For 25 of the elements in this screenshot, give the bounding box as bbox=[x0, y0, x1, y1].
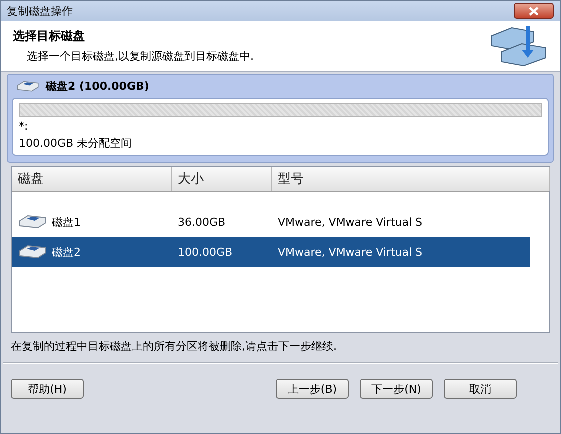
dialog-button[interactable]: 帮助(H) bbox=[11, 379, 84, 399]
dialog-button[interactable]: 取消 bbox=[444, 379, 517, 399]
close-icon bbox=[529, 6, 539, 16]
column-header[interactable]: 大小 bbox=[172, 167, 272, 191]
header-title: 选择目标磁盘 bbox=[13, 28, 86, 45]
dialog-button[interactable]: 下一步(N) bbox=[360, 379, 433, 399]
disk-title: 磁盘2 (100.00GB) bbox=[46, 79, 150, 94]
disk-model: VMware, VMware Virtual S bbox=[278, 246, 423, 258]
column-header[interactable]: 型号 bbox=[272, 167, 550, 191]
close-button[interactable] bbox=[514, 3, 554, 19]
disk-row[interactable]: 磁盘2 100.00GB VMware, VMware Virtual S bbox=[12, 237, 530, 267]
disk-row[interactable]: 磁盘1 36.00GB VMware, VMware Virtual S bbox=[12, 207, 530, 237]
disk-model: VMware, VMware Virtual S bbox=[278, 216, 423, 228]
disk-name: 磁盘1 bbox=[52, 214, 81, 230]
warning-note: 在复制的过程中目标磁盘上的所有分区将被删除,请点击下一步继续. bbox=[11, 339, 338, 354]
partition-label: 100.00GB 未分配空间 bbox=[19, 136, 134, 151]
header-subtitle: 选择一个目标磁盘,以复制源磁盘到目标磁盘中. bbox=[26, 49, 254, 64]
disk-size: 100.00GB bbox=[178, 246, 233, 258]
disk-stack-icon bbox=[490, 24, 548, 68]
window-title: 复制磁盘操作 bbox=[7, 4, 73, 18]
column-header[interactable]: 磁盘 bbox=[12, 167, 172, 191]
dialog-button[interactable]: 上一步(B) bbox=[276, 379, 349, 399]
disk-name: 磁盘2 bbox=[52, 244, 81, 260]
disk-size: 36.00GB bbox=[178, 216, 226, 228]
partition-letter: *: bbox=[19, 120, 30, 133]
